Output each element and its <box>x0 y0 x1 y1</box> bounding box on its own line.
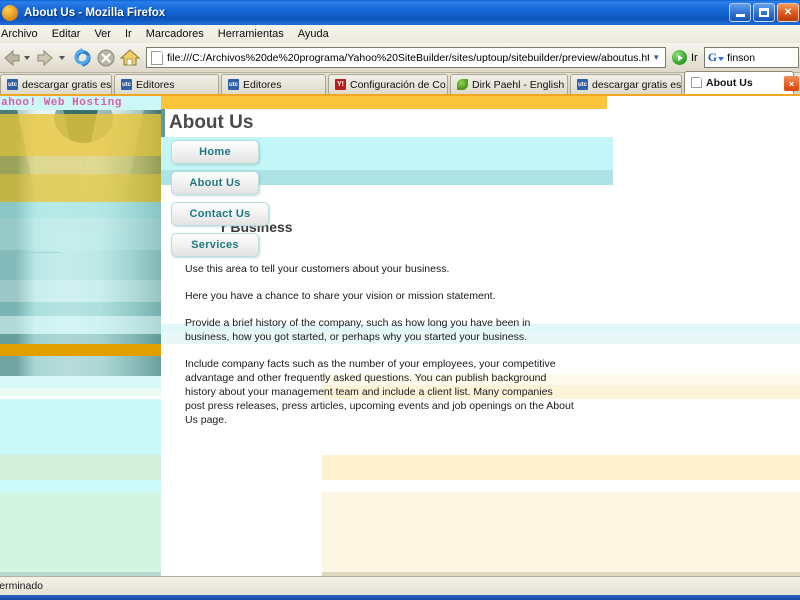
menu-item-ver[interactable]: Ver <box>87 27 118 41</box>
color-band <box>0 376 161 388</box>
paragraph-1: Use this area to tell your customers abo… <box>185 263 450 275</box>
utc-icon: utc <box>7 79 18 90</box>
tab-dirk-paehl[interactable]: Dirk Paehl - English f... <box>450 74 568 94</box>
nav-label: Home <box>199 146 231 158</box>
minimize-button[interactable] <box>729 3 751 22</box>
tab-configuracion[interactable]: Y! Configuración de Co... <box>328 74 448 94</box>
window-controls: ✕ <box>729 3 800 22</box>
tab-about-us[interactable]: About Us <box>684 71 794 94</box>
maximize-icon <box>759 8 769 17</box>
color-band <box>0 388 161 396</box>
photo-detail <box>22 252 60 278</box>
menu-item-herramientas[interactable]: Herramientas <box>211 27 291 41</box>
tab-descargar-gratis-1[interactable]: utc descargar gratis esp... <box>0 74 112 94</box>
status-text: Terminado <box>0 580 44 592</box>
go-button[interactable]: Ir <box>672 50 698 65</box>
tab-label: descargar gratis esp... <box>22 78 112 91</box>
url-bar[interactable]: file:///C:/Archivos%20de%20programa/Yaho… <box>146 47 666 68</box>
menu-item-ayuda[interactable]: Ayuda <box>291 27 336 41</box>
minimize-icon <box>735 14 745 17</box>
home-icon <box>120 49 140 66</box>
menu-item-marcadores[interactable]: Marcadores <box>139 27 211 41</box>
forward-dropdown-icon[interactable] <box>59 55 65 60</box>
close-icon: ✕ <box>783 7 793 18</box>
forward-button[interactable] <box>35 48 68 68</box>
menu-item-editar[interactable]: Editar <box>45 27 88 41</box>
utc-icon: utc <box>121 79 132 90</box>
nav-label: Services <box>191 239 239 251</box>
body-text: Use this area to tell your customers abo… <box>185 262 575 440</box>
tab-label: descargar gratis esp... <box>592 78 682 91</box>
search-value[interactable]: finson <box>727 52 755 64</box>
taskbar <box>0 595 800 600</box>
utc-icon: utc <box>228 79 239 90</box>
reload-icon <box>73 48 91 67</box>
stop-button[interactable] <box>94 46 118 70</box>
tab-editores-1[interactable]: utc Editores <box>114 74 219 94</box>
url-dropdown-icon[interactable]: ▼ <box>649 53 663 62</box>
color-band <box>0 399 161 455</box>
page-icon <box>691 77 702 88</box>
nav-button-contact-us[interactable]: Contact Us <box>171 202 269 226</box>
tab-label: Dirk Paehl - English f... <box>472 78 567 91</box>
tab-label: Editores <box>243 78 282 91</box>
nav-button-home[interactable]: Home <box>171 140 259 164</box>
business-person-photo <box>0 102 161 376</box>
paragraph-4: Include company facts such as the number… <box>185 358 574 426</box>
site-navigation: Home About Us Contact Us Services <box>171 140 276 264</box>
close-button[interactable]: ✕ <box>777 3 799 22</box>
yahoo-icon: Y! <box>335 79 346 90</box>
page-viewport: Yahoo! Web Hosting About Us r Business H… <box>0 96 800 576</box>
menu-item-ir[interactable]: Ir <box>118 27 139 41</box>
menu-item-archivo[interactable]: Archivo <box>0 27 45 41</box>
paragraph-3: Provide a brief history of the company, … <box>185 317 531 343</box>
color-band <box>0 492 161 572</box>
search-input[interactable]: G finson <box>703 47 799 68</box>
nav-button-about-us[interactable]: About Us <box>171 171 259 195</box>
color-band <box>0 480 161 492</box>
tab-label: About Us <box>706 76 753 89</box>
page-icon <box>151 50 163 65</box>
nav-button-services[interactable]: Services <box>171 233 259 257</box>
status-bar: Terminado <box>0 576 800 595</box>
back-dropdown-icon[interactable] <box>24 55 30 60</box>
window-title: About Us - Mozilla Firefox <box>24 6 166 19</box>
tab-bar: utc descargar gratis esp... utc Editores… <box>0 71 800 96</box>
back-button[interactable] <box>0 48 33 68</box>
firefox-icon <box>2 4 18 21</box>
tab-label: Configuración de Co... <box>350 78 448 91</box>
go-arrow-icon <box>672 50 687 65</box>
tab-descargar-gratis-2[interactable]: utc descargar gratis esp... <box>570 74 682 94</box>
google-icon[interactable]: G <box>708 50 724 65</box>
menu-bar: Archivo Editar Ver Ir Marcadores Herrami… <box>0 25 800 43</box>
tab-close-button[interactable]: × <box>784 76 799 91</box>
go-label: Ir <box>691 51 698 64</box>
forward-arrow-icon <box>35 48 57 68</box>
page-text-layer: r Business Home About Us Contact Us Serv… <box>161 96 800 576</box>
color-band <box>0 396 161 399</box>
photo-detail <box>72 110 144 230</box>
leaf-icon <box>457 79 468 90</box>
url-text[interactable]: file:///C:/Archivos%20de%20programa/Yaho… <box>167 52 649 64</box>
home-button[interactable] <box>118 46 142 70</box>
browser-window: About Us - Mozilla Firefox ✕ Archivo Edi… <box>0 0 800 600</box>
reload-button[interactable] <box>70 46 94 70</box>
maximize-button[interactable] <box>753 3 775 22</box>
paragraph-2: Here you have a chance to share your vis… <box>185 290 496 302</box>
tab-editores-2[interactable]: utc Editores <box>221 74 326 94</box>
title-bar: About Us - Mozilla Firefox ✕ <box>0 0 800 25</box>
navigation-toolbar: file:///C:/Archivos%20de%20programa/Yaho… <box>0 43 800 73</box>
sidebar-photo-column: Yahoo! Web Hosting <box>0 96 161 576</box>
color-band <box>0 455 161 480</box>
nav-label: About Us <box>189 177 241 189</box>
branding-strip: Yahoo! Web Hosting <box>0 96 161 110</box>
back-arrow-icon <box>0 48 22 68</box>
tab-label: Editores <box>136 78 175 91</box>
yahoo-web-hosting-label: Yahoo! Web Hosting <box>0 97 122 109</box>
utc-icon: utc <box>577 79 588 90</box>
nav-label: Contact Us <box>189 208 251 220</box>
stop-icon <box>97 49 115 66</box>
